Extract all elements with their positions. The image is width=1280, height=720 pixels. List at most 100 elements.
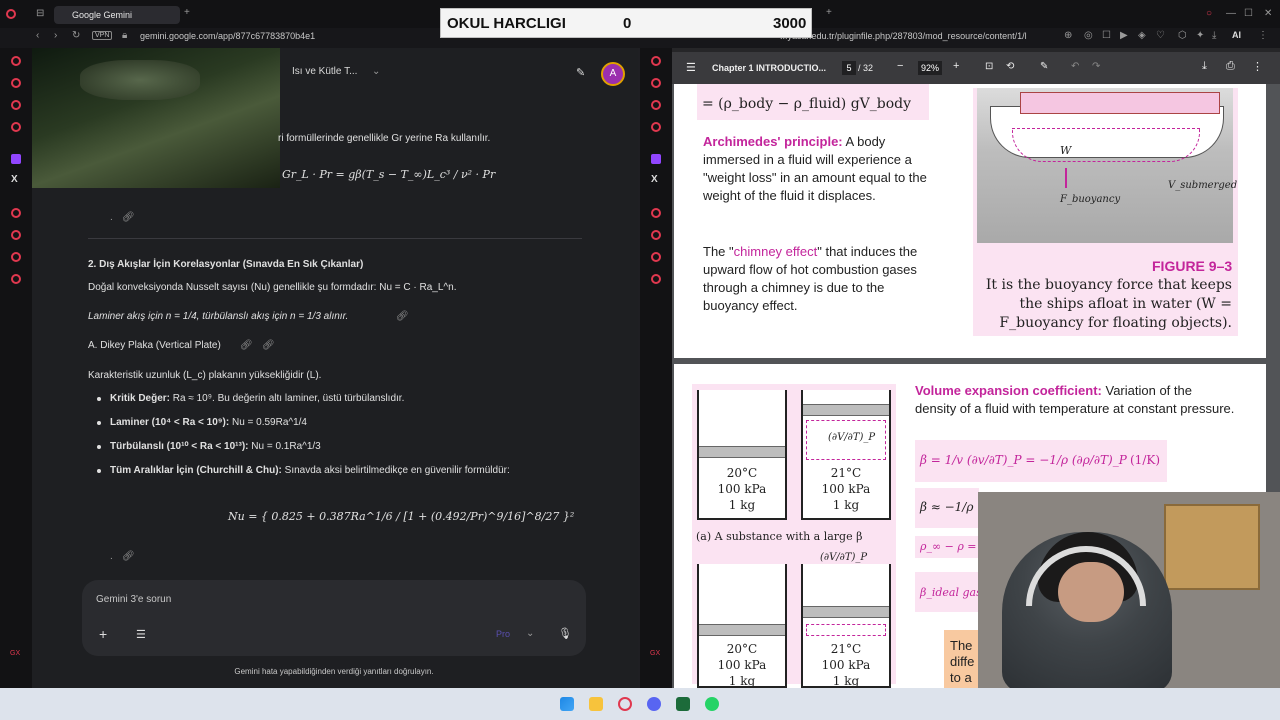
sidebar-music-icon[interactable] (651, 100, 661, 110)
sidebar-twitch-icon[interactable] (11, 154, 21, 164)
reload-icon[interactable]: ↻ (72, 30, 80, 41)
corkboard (1164, 504, 1260, 590)
sidebar-gx-icon[interactable] (11, 122, 21, 132)
search-icon[interactable]: ○ (1206, 8, 1212, 19)
chevron-down-icon[interactable]: ⌄ (526, 628, 534, 639)
whatsapp-icon[interactable] (705, 697, 719, 711)
play-icon[interactable]: ▶ (1120, 30, 1128, 41)
sidebar-player-icon[interactable] (651, 208, 661, 218)
sidebar-gx-bottom-icon[interactable]: GX (650, 650, 660, 657)
download-icon[interactable]: ⤓ (1212, 30, 1216, 41)
new-tab-icon[interactable]: + (826, 7, 832, 18)
start-icon[interactable] (560, 697, 574, 711)
avatar[interactable]: A (601, 62, 625, 86)
chat-title[interactable]: Isı ve Kütle T... (292, 66, 357, 77)
rotate-icon[interactable]: ⟲ (1006, 61, 1014, 72)
score-overlay: OKUL HARCLIGI 0 3000 (440, 8, 812, 38)
new-tab-icon[interactable]: + (184, 7, 190, 18)
bullet-dot (97, 445, 101, 449)
undo-icon[interactable]: ↶ (1071, 61, 1079, 72)
close-icon[interactable]: ✕ (1264, 8, 1272, 19)
pdf-menu-icon[interactable]: ☰ (686, 61, 696, 74)
opera-gx-icon[interactable] (618, 697, 632, 711)
score-value-left: 0 (623, 15, 632, 32)
page-number-input[interactable]: 5 (842, 61, 856, 75)
tools-sliders-icon[interactable]: ☰ (136, 628, 146, 641)
prompt-box[interactable] (82, 580, 586, 656)
heart-icon[interactable]: ♡ (1156, 30, 1165, 41)
minimize-icon[interactable]: — (1226, 8, 1236, 19)
sidebar-messenger-icon[interactable] (651, 78, 661, 88)
sidebar-aria-icon[interactable] (651, 56, 661, 66)
fit-page-icon[interactable]: ⊡ (985, 61, 993, 72)
right-url-field[interactable]: ...yasar.edu.tr/pluginfile.php/287803/mo… (780, 31, 1027, 41)
sidebar-history-icon[interactable] (11, 230, 21, 240)
sidebar-settings-icon[interactable] (11, 274, 21, 284)
discord-icon[interactable] (647, 697, 661, 711)
redo-icon[interactable]: ↷ (1092, 61, 1100, 72)
disclaimer-text: Gemini hata yapabildiğinden verdiği yanı… (234, 667, 434, 676)
model-selector[interactable]: Pro (496, 629, 510, 639)
sidebar-gx-icon[interactable] (651, 122, 661, 132)
file-explorer-icon[interactable] (589, 697, 603, 711)
print-icon[interactable]: ⎙ (1226, 60, 1235, 73)
download-icon[interactable]: ⤓ (1202, 60, 1207, 73)
camera-icon[interactable]: ◎ (1084, 30, 1093, 41)
add-plus-icon[interactable]: + (99, 626, 107, 642)
intro-text: Doğal konveksiyonda Nusselt sayısı (Nu) … (88, 282, 457, 293)
bullet-dot (97, 421, 101, 425)
link-icon[interactable]: 🔗︎ (122, 551, 135, 562)
link-icon[interactable]: 🔗︎ (240, 340, 253, 351)
forward-icon[interactable]: › (54, 30, 57, 41)
cube-icon[interactable]: ⬡ (1178, 30, 1187, 41)
vpn-badge[interactable]: VPN (92, 31, 113, 40)
ai-button[interactable]: AI (1232, 30, 1241, 40)
zoom-icon[interactable]: ⊕ (1064, 30, 1072, 41)
menu-dots-icon[interactable]: ⋮ (1258, 30, 1268, 41)
link-icon[interactable]: 🔗︎ (262, 340, 275, 351)
beta-formula: β = 1/v (∂v/∂T)_P = −1/ρ (∂ρ/∂T)_P (920, 453, 1127, 467)
shield-icon[interactable]: ◈ (1138, 30, 1146, 41)
zoom-out-icon[interactable]: − (897, 60, 903, 72)
cyl-mass: 1 kg (832, 498, 860, 512)
sidebar-history-icon[interactable] (651, 230, 661, 240)
sidebar-music-icon[interactable] (11, 100, 21, 110)
more-options-icon[interactable]: ⋮ (1252, 60, 1263, 73)
sidebar-gx-bottom-icon[interactable]: GX (10, 650, 20, 657)
sidebar-aria-icon[interactable] (11, 56, 21, 66)
section-divider (88, 238, 582, 239)
link-icon[interactable]: 🔗︎ (396, 311, 409, 322)
tab-google-gemini[interactable]: Google Gemini (54, 6, 180, 24)
bullet-item: Kritik Değer: Ra ≈ 10⁹. Bu değerin altı … (110, 393, 405, 404)
left-url-field[interactable]: gemini.google.com/app/877c67783870b4e1 (140, 31, 315, 41)
microphone-icon[interactable]: 🎙︎ (558, 627, 572, 640)
zoom-in-icon[interactable]: + (953, 60, 959, 72)
cyl-pressure: 100 kPa (821, 658, 871, 672)
back-icon[interactable]: ‹ (36, 30, 39, 41)
chevron-down-icon[interactable]: ⌄ (372, 66, 380, 77)
maximize-icon[interactable]: ☐ (1244, 8, 1253, 19)
sidebar-settings-icon[interactable] (651, 274, 661, 284)
zoom-level-input[interactable]: 92% (918, 61, 942, 75)
sidebar-bookmarks-icon[interactable] (651, 252, 661, 262)
opera-gx-logo-icon[interactable] (6, 9, 16, 19)
sidebar-player-icon[interactable] (11, 208, 21, 218)
extension-icon[interactable]: ☐ (1102, 30, 1111, 41)
sidebar-bookmarks-icon[interactable] (11, 252, 21, 262)
sidebar-messenger-icon[interactable] (11, 78, 21, 88)
cyl-temp: 21°C (830, 642, 862, 656)
prompt-input[interactable]: Gemini 3'e sorun (96, 594, 171, 605)
sidebar-twitch-icon[interactable] (651, 154, 661, 164)
new-chat-edit-icon[interactable]: ✎ (576, 66, 585, 79)
piston (699, 446, 785, 458)
app-icon[interactable] (676, 697, 690, 711)
puzzle-icon[interactable]: ✦ (1196, 30, 1204, 41)
right-sidebar (640, 48, 672, 688)
workspaces-icon[interactable]: ⊟ (36, 8, 44, 19)
lock-icon[interactable]: 🔒︎ (122, 30, 127, 41)
annotate-icon[interactable]: ✎ (1040, 61, 1048, 72)
sidebar-x-icon[interactable]: X (651, 174, 658, 185)
sidebar-x-icon[interactable]: X (11, 174, 18, 185)
beta-unit: (1/K) (1130, 453, 1161, 467)
link-icon[interactable]: 🔗︎ (122, 212, 135, 223)
